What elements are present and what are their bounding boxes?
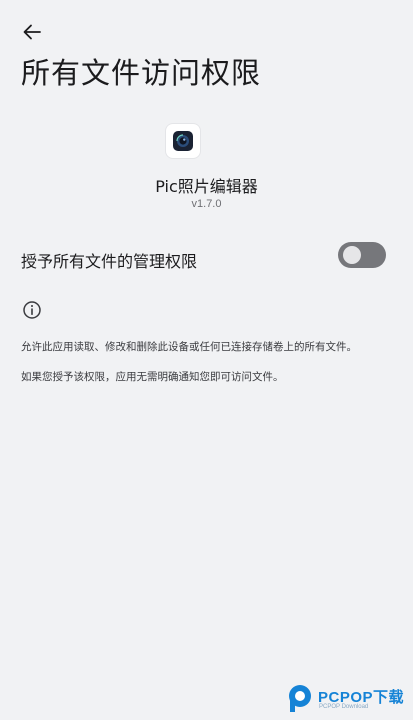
permission-toggle[interactable] (338, 242, 386, 268)
app-icon (166, 124, 200, 158)
permission-row[interactable]: 授予所有文件的管理权限 (0, 234, 413, 282)
app-camera-icon (173, 131, 193, 151)
arrow-left-icon (23, 24, 41, 40)
screen: 所有文件访问权限 Pic照片编辑器 v1.7.0 授予所有文件的管理权限 允许此… (0, 0, 413, 720)
info-text-notice: 如果您授予该权限，应用无需明确通知您即可访问文件。 (21, 371, 284, 383)
back-button[interactable] (18, 20, 46, 44)
watermark: PCPOP下载 PCPOP Download (285, 683, 413, 717)
pcpop-logo-icon (289, 685, 311, 712)
info-icon (23, 301, 41, 319)
info-text-access: 允许此应用读取、修改和删除此设备或任何已连接存储卷上的所有文件。 (21, 341, 357, 353)
app-name: Pic照片编辑器 (155, 177, 258, 196)
permission-label: 授予所有文件的管理权限 (21, 252, 198, 271)
watermark-subtitle: PCPOP Download (319, 704, 369, 710)
page-title: 所有文件访问权限 (21, 56, 262, 90)
toggle-knob (343, 246, 361, 264)
app-version: v1.7.0 (191, 198, 222, 210)
